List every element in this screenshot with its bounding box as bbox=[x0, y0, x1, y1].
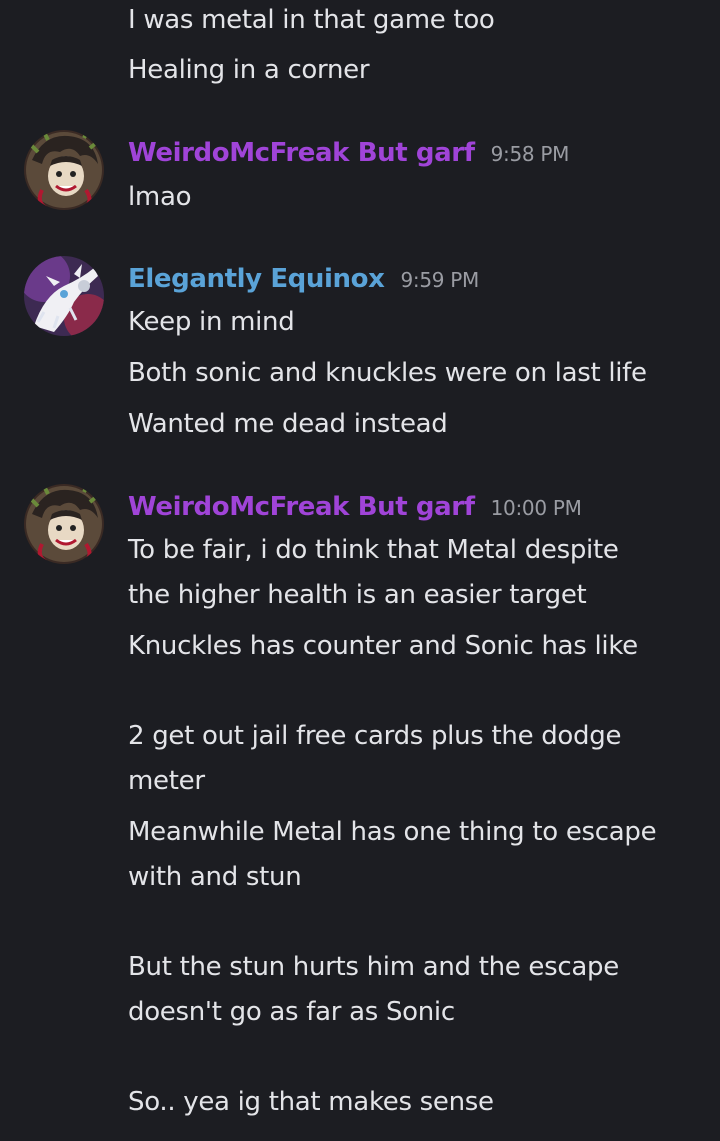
message-line: But the stun hurts him and the escape bbox=[128, 952, 619, 982]
message-line: Both sonic and knuckles were on last lif… bbox=[128, 358, 647, 388]
message-line: the higher health is an easier target bbox=[128, 580, 587, 610]
username[interactable]: WeirdoMcFreak But garf bbox=[128, 138, 475, 168]
message-line: doesn't go as far as Sonic bbox=[128, 997, 455, 1027]
chat-message-list[interactable]: I was metal in that game too Healing in … bbox=[0, 0, 720, 1141]
username[interactable]: WeirdoMcFreak But garf bbox=[128, 492, 475, 522]
message-header: Elegantly Equinox 9:59 PM bbox=[128, 264, 479, 294]
timestamp: 10:00 PM bbox=[490, 496, 582, 520]
anime-character-avatar[interactable] bbox=[24, 130, 104, 210]
message-line: Meanwhile Metal has one thing to escape bbox=[128, 817, 657, 847]
message-header: WeirdoMcFreak But garf 9:58 PM bbox=[128, 138, 569, 168]
anime-character-avatar[interactable] bbox=[24, 484, 104, 564]
message-header: WeirdoMcFreak But garf 10:00 PM bbox=[128, 492, 582, 522]
username[interactable]: Elegantly Equinox bbox=[128, 264, 385, 294]
message-line: meter bbox=[128, 766, 205, 796]
message-line: I was metal in that game too bbox=[128, 5, 495, 35]
timestamp: 9:58 PM bbox=[490, 142, 570, 166]
message-line: 2 get out jail free cards plus the dodge bbox=[128, 721, 622, 751]
message-line: Knuckles has counter and Sonic has like bbox=[128, 631, 638, 661]
message-line: Keep in mind bbox=[128, 307, 295, 337]
message-line: lmao bbox=[128, 182, 192, 212]
message-line: Healing in a corner bbox=[128, 55, 370, 85]
white-creature-avatar[interactable] bbox=[24, 256, 104, 336]
message-line: To be fair, i do think that Metal despit… bbox=[128, 535, 619, 565]
message-line: So.. yea ig that makes sense bbox=[128, 1087, 494, 1117]
timestamp: 9:59 PM bbox=[400, 268, 479, 292]
message-line: Wanted me dead instead bbox=[128, 409, 448, 439]
message-line: with and stun bbox=[128, 862, 302, 892]
